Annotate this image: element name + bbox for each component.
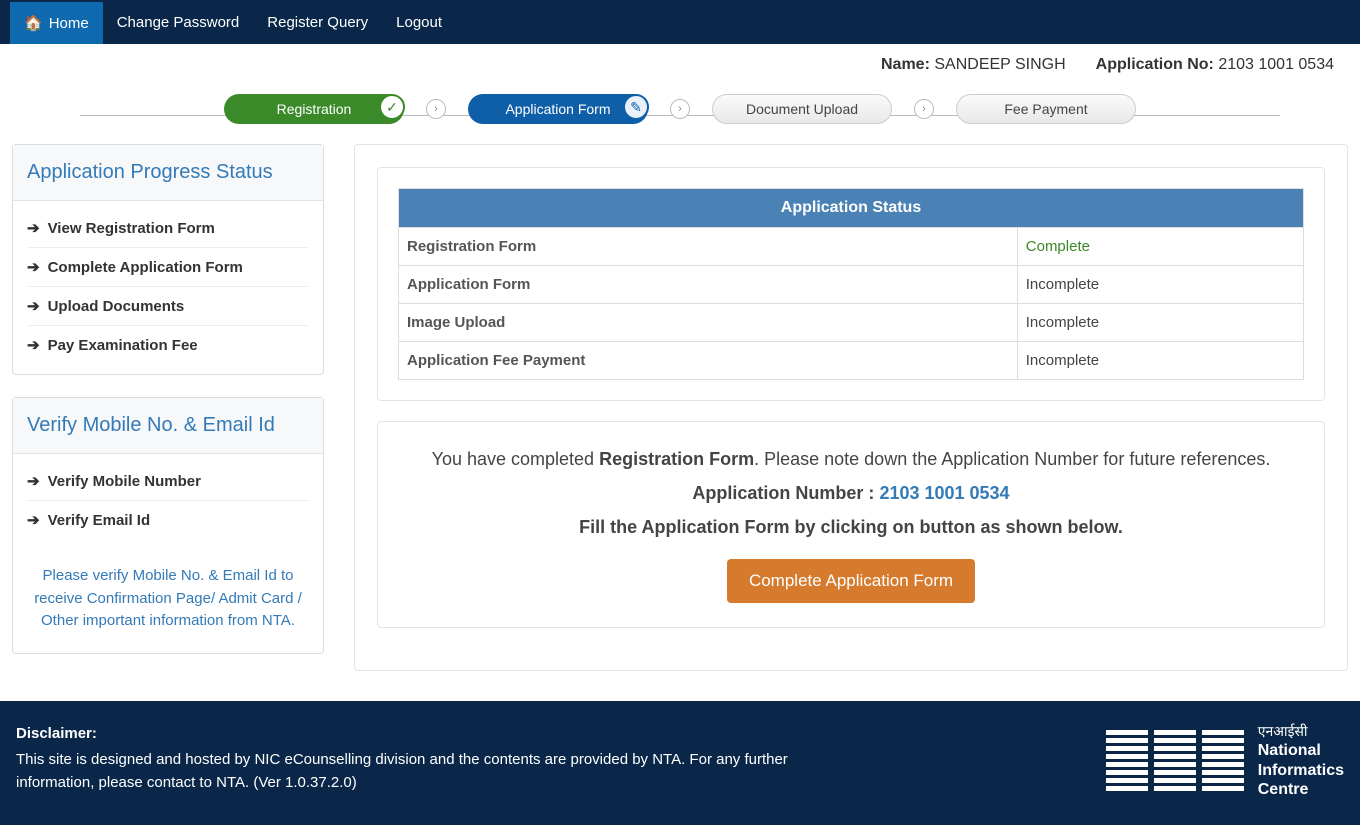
nic-logo-text: एनआईसी National Informatics Centre: [1258, 723, 1344, 799]
arrow-right-icon: ➔: [27, 336, 40, 354]
main-content: Application Status Registration FormComp…: [354, 144, 1348, 671]
sidebar-item[interactable]: ➔View Registration Form: [27, 209, 309, 248]
sidebar-item[interactable]: ➔Verify Email Id: [27, 501, 309, 539]
table-row: Image UploadIncomplete: [399, 304, 1304, 342]
home-icon: 🏠: [24, 15, 43, 32]
arrow-right-icon: ➔: [27, 219, 40, 237]
panel-verify: Verify Mobile No. & Email Id ➔Verify Mob…: [12, 397, 324, 654]
message-text: You have completed Registration Form. Pl…: [398, 442, 1304, 545]
nav-home-label: Home: [49, 15, 89, 32]
nav-register-query[interactable]: Register Query: [253, 2, 382, 44]
info-appno: Application No: 2103 1001 0534: [1096, 56, 1334, 74]
footer: Disclaimer: This site is designed and ho…: [0, 701, 1360, 825]
step-application[interactable]: Application Form ✎: [468, 94, 648, 124]
info-bar: Name: SANDEEP SINGH Application No: 2103…: [0, 44, 1360, 86]
status-card: Application Status Registration FormComp…: [377, 167, 1325, 401]
step-registration[interactable]: Registration ✓: [224, 94, 404, 124]
chevron-right-icon: ›: [914, 99, 934, 119]
table-row: Application FormIncomplete: [399, 266, 1304, 304]
verify-note: Please verify Mobile No. & Email Id to r…: [13, 549, 323, 653]
footer-disclaimer: Disclaimer: This site is designed and ho…: [16, 723, 856, 795]
status-header: Application Status: [399, 189, 1304, 228]
chevron-right-icon: ›: [426, 99, 446, 119]
panel-progress: Application Progress Status ➔View Regist…: [12, 144, 324, 375]
nav-home[interactable]: 🏠 Home: [10, 2, 103, 44]
nic-logo: एनआईसी National Informatics Centre: [1106, 723, 1344, 799]
status-table: Application Status Registration FormComp…: [398, 188, 1304, 380]
sidebar-item[interactable]: ➔Pay Examination Fee: [27, 326, 309, 364]
steps-bar: Registration ✓ › Application Form ✎ › Do…: [0, 86, 1360, 144]
info-name: Name: SANDEEP SINGH: [881, 56, 1066, 74]
top-navbar: 🏠 Home Change Password Register Query Log…: [0, 0, 1360, 44]
table-row: Application Fee PaymentIncomplete: [399, 342, 1304, 380]
arrow-right-icon: ➔: [27, 258, 40, 276]
arrow-right-icon: ➔: [27, 297, 40, 315]
panel-verify-header: Verify Mobile No. & Email Id: [13, 398, 323, 454]
table-row: Registration FormComplete: [399, 228, 1304, 266]
step-payment[interactable]: Fee Payment: [956, 94, 1136, 124]
arrow-right-icon: ➔: [27, 511, 40, 529]
sidebar-item[interactable]: ➔Upload Documents: [27, 287, 309, 326]
complete-application-button[interactable]: Complete Application Form: [727, 559, 975, 603]
chevron-right-icon: ›: [670, 99, 690, 119]
nav-logout[interactable]: Logout: [382, 2, 456, 44]
sidebar-item[interactable]: ➔Verify Mobile Number: [27, 462, 309, 501]
sidebar-item[interactable]: ➔Complete Application Form: [27, 248, 309, 287]
nic-logo-bars: [1106, 730, 1244, 791]
step-upload[interactable]: Document Upload: [712, 94, 892, 124]
edit-icon: ✎: [623, 94, 649, 120]
panel-progress-header: Application Progress Status: [13, 145, 323, 201]
check-icon: ✓: [379, 94, 405, 120]
message-card: You have completed Registration Form. Pl…: [377, 421, 1325, 628]
nav-change-password[interactable]: Change Password: [103, 2, 254, 44]
sidebar: Application Progress Status ➔View Regist…: [12, 144, 324, 671]
arrow-right-icon: ➔: [27, 472, 40, 490]
